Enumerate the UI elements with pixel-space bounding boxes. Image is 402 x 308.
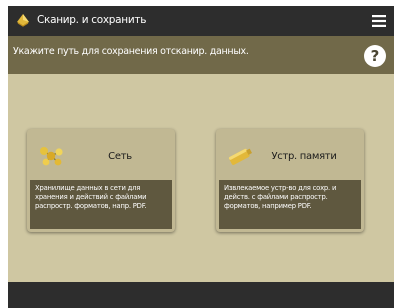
title-bar: Сканир. и сохранить bbox=[8, 6, 394, 36]
instruction-text: Укажите путь для сохранения отсканир. да… bbox=[13, 46, 249, 57]
help-icon: ? bbox=[370, 47, 380, 65]
help-button[interactable]: ? bbox=[364, 45, 386, 67]
page-title: Сканир. и сохранить bbox=[37, 14, 147, 26]
memory-media-label: Устр. памяти bbox=[271, 151, 337, 162]
hamburger-menu-icon bbox=[372, 15, 386, 27]
card-header: Устр. памяти bbox=[216, 129, 364, 181]
instruction-bar: Укажите путь для сохранения отсканир. да… bbox=[8, 36, 394, 74]
memory-media-destination-button[interactable]: Устр. памяти Извлекаемое устр-во для сох… bbox=[216, 129, 364, 232]
menu-button[interactable] bbox=[364, 6, 394, 36]
memory-media-icon bbox=[228, 148, 253, 165]
scan-save-icon bbox=[17, 14, 29, 27]
network-label: Сеть bbox=[108, 151, 132, 162]
memory-media-description: Извлекаемое устр-во для сохр. и действ. … bbox=[219, 180, 361, 229]
network-icon bbox=[40, 147, 63, 166]
network-destination-button[interactable]: Сеть Хранилище данных в сети для хранени… bbox=[27, 129, 175, 232]
bottom-bar bbox=[8, 282, 394, 308]
card-header: Сеть bbox=[27, 129, 175, 181]
screen: Сканир. и сохранить Укажите путь для сох… bbox=[8, 6, 394, 308]
network-description: Хранилище данных в сети для хранения и д… bbox=[30, 180, 172, 229]
